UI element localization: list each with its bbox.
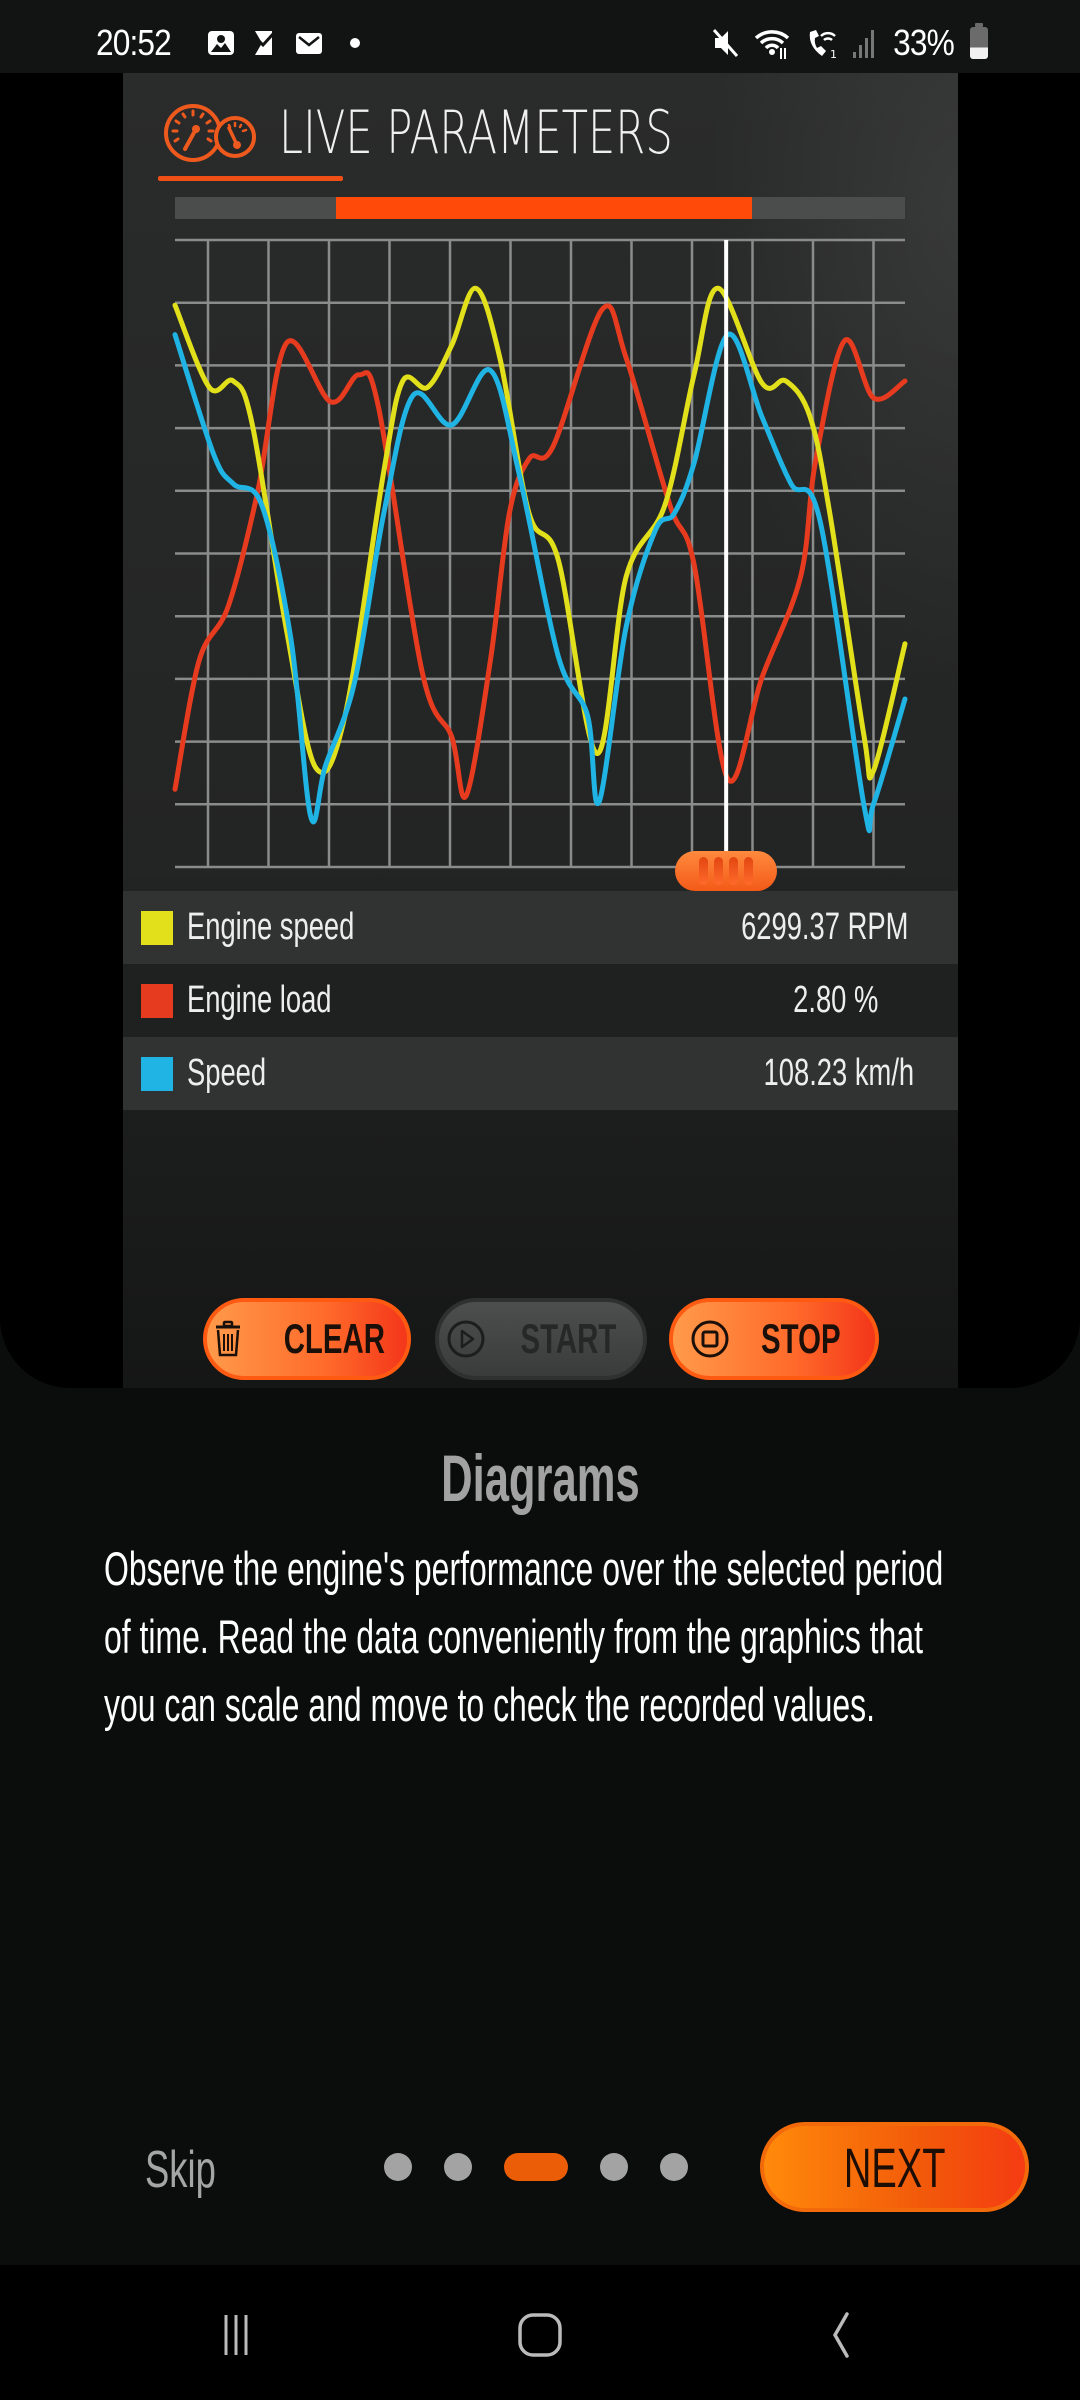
grip-line bbox=[714, 857, 724, 885]
preview-frame: LIVE PARAMETERS Engine speed 6299.37 RPM… bbox=[0, 73, 1080, 1388]
legend-label: Engine load bbox=[187, 979, 332, 1021]
gauges-icon bbox=[164, 104, 256, 162]
skip-label: Skip bbox=[145, 2141, 216, 2199]
signal-icon bbox=[852, 30, 874, 58]
battery-icon bbox=[970, 23, 988, 59]
home-icon bbox=[518, 2313, 562, 2357]
start-label: START bbox=[520, 1315, 616, 1362]
recent-apps-button[interactable] bbox=[196, 2305, 276, 2365]
page-dot bbox=[384, 2153, 412, 2181]
stop-button[interactable]: STOP bbox=[669, 1298, 879, 1380]
gallery-icon bbox=[208, 31, 234, 55]
legend-swatch bbox=[141, 983, 173, 1018]
status-time: 20:52 bbox=[96, 22, 172, 63]
line-chart[interactable] bbox=[172, 238, 908, 891]
grip-line bbox=[744, 857, 754, 885]
stop-icon bbox=[691, 1320, 729, 1358]
more-notifications-dot bbox=[350, 38, 360, 48]
page-dot bbox=[660, 2153, 688, 2181]
back-button[interactable] bbox=[800, 2305, 880, 2365]
mute-icon bbox=[712, 29, 739, 57]
clear-button[interactable]: CLEAR bbox=[203, 1298, 411, 1380]
legend-value: 2.80 % bbox=[792, 979, 878, 1021]
stop-label: STOP bbox=[761, 1315, 841, 1362]
series-line-engine-speed bbox=[172, 285, 908, 781]
chart-legend: Engine speed 6299.37 RPM Engine load 2.8… bbox=[123, 891, 958, 1110]
card-header: LIVE PARAMETERS bbox=[163, 93, 826, 173]
next-label: NEXT bbox=[843, 2135, 946, 2199]
range-selector[interactable] bbox=[175, 197, 905, 219]
start-button[interactable]: START bbox=[435, 1298, 647, 1380]
series-line-speed bbox=[172, 331, 908, 834]
range-selector-window[interactable] bbox=[335, 197, 752, 219]
live-parameters-card: LIVE PARAMETERS Engine speed 6299.37 RPM… bbox=[123, 73, 958, 1388]
svg-text:1: 1 bbox=[830, 48, 837, 60]
clear-label: CLEAR bbox=[283, 1315, 385, 1362]
wifi-calling-icon: 1 bbox=[809, 30, 837, 60]
status-bar: 20:52 1 33% bbox=[0, 0, 1080, 73]
page-indicator bbox=[384, 2153, 688, 2181]
cursor-drag-handle[interactable] bbox=[675, 851, 778, 891]
trash-icon bbox=[215, 1320, 240, 1357]
legend-swatch bbox=[141, 1056, 173, 1091]
next-button[interactable]: NEXT bbox=[760, 2122, 1029, 2212]
battery-percent: 33% bbox=[893, 22, 955, 63]
page-dot bbox=[444, 2153, 472, 2181]
email-icon bbox=[296, 33, 322, 54]
card-title: LIVE PARAMETERS bbox=[279, 98, 673, 168]
legend-value: 108.23 km/h bbox=[763, 1052, 914, 1094]
page-heading-text: Diagrams bbox=[440, 1441, 640, 1515]
grip-line bbox=[729, 857, 739, 885]
skip-button[interactable]: Skip bbox=[145, 2140, 246, 2200]
series-line-engine-load bbox=[172, 303, 908, 800]
recent-apps-icon bbox=[224, 2315, 248, 2355]
legend-swatch bbox=[141, 910, 173, 945]
wifi-icon bbox=[754, 30, 790, 59]
page-heading: Diagrams bbox=[0, 1440, 1080, 1516]
legend-label: Speed bbox=[187, 1052, 267, 1094]
play-icon bbox=[447, 1320, 485, 1358]
back-icon bbox=[832, 2312, 849, 2358]
title-underline bbox=[158, 176, 343, 181]
task-check-icon bbox=[255, 31, 275, 55]
page-dot bbox=[600, 2153, 628, 2181]
legend-label: Engine speed bbox=[187, 906, 355, 948]
notification-icons bbox=[206, 28, 360, 58]
legend-value: 6299.37 RPM bbox=[740, 906, 908, 948]
legend-row-engine-load: Engine load 2.80 % bbox=[123, 964, 958, 1037]
grip-line bbox=[699, 857, 709, 885]
home-button[interactable] bbox=[500, 2305, 580, 2365]
page-description: Observe the engine's performance over th… bbox=[104, 1542, 944, 1731]
chart-svg bbox=[172, 238, 908, 869]
system-navigation-bar bbox=[0, 2265, 1080, 2400]
legend-row-speed: Speed 108.23 km/h bbox=[123, 1037, 958, 1110]
page-dot-active bbox=[504, 2153, 568, 2181]
system-icons: 1 33% bbox=[711, 22, 988, 64]
legend-row-engine-speed: Engine speed 6299.37 RPM bbox=[123, 891, 958, 964]
